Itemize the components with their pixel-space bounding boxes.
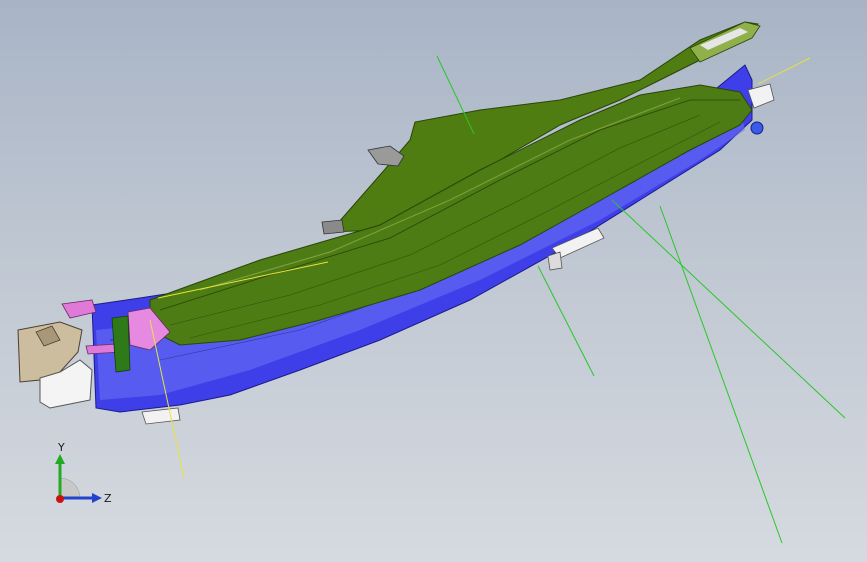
axis-triad[interactable]: Y Z <box>48 440 128 510</box>
cad-model-view[interactable] <box>0 0 867 562</box>
y-axis-label: Y <box>57 441 65 454</box>
cad-3d-viewport[interactable]: Y Z <box>0 0 867 562</box>
z-axis-label: Z <box>104 492 112 505</box>
triad-quarter-disc <box>59 477 81 499</box>
mid-mounting-tab[interactable] <box>321 219 345 235</box>
x-axis-origin-dot <box>56 495 64 503</box>
upper-mounting-tab[interactable] <box>367 145 405 167</box>
y-axis-arrowhead <box>55 454 65 464</box>
left-end-bracket[interactable] <box>17 321 93 409</box>
z-axis-arrowhead <box>92 493 102 503</box>
lower-clip-left[interactable] <box>141 407 181 425</box>
